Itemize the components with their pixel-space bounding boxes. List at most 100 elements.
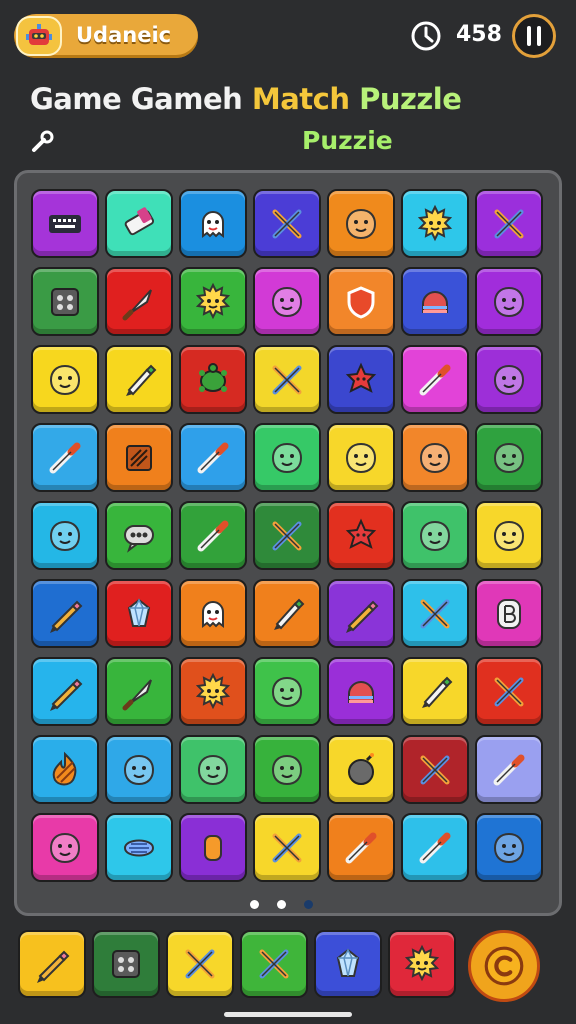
crossed-swords-icon	[494, 677, 524, 706]
board-tile[interactable]	[475, 579, 543, 648]
board-tile[interactable]	[31, 579, 99, 648]
robot-icon	[26, 24, 52, 45]
board-tile[interactable]	[253, 189, 321, 258]
board-tile[interactable]	[31, 501, 99, 570]
brush-icon	[419, 832, 451, 863]
board-tile[interactable]	[105, 189, 173, 258]
avatar[interactable]	[16, 16, 62, 56]
crossed-swords-icon	[494, 209, 524, 238]
blob-face-icon	[345, 208, 377, 239]
blob-face-icon	[493, 364, 525, 395]
board-tile[interactable]	[105, 423, 173, 492]
page-dot[interactable]	[250, 900, 259, 909]
board-tile[interactable]	[105, 657, 173, 726]
board-tile[interactable]	[179, 813, 247, 882]
board-tile[interactable]	[31, 345, 99, 414]
tray-tile[interactable]	[314, 930, 382, 998]
board-tile[interactable]	[179, 657, 247, 726]
board-tile[interactable]	[179, 423, 247, 492]
board-tile[interactable]	[327, 501, 395, 570]
board-tile[interactable]	[105, 345, 173, 414]
profile-badge[interactable]: Udaneic	[14, 14, 198, 58]
board-tile[interactable]	[475, 735, 543, 804]
special-power-button[interactable]	[468, 930, 540, 1002]
board-tile[interactable]	[475, 267, 543, 336]
board-tile[interactable]	[401, 189, 469, 258]
board-tile[interactable]	[327, 657, 395, 726]
keyboard-icon	[49, 214, 81, 233]
ghost-icon	[202, 600, 224, 628]
brush-icon	[49, 442, 81, 473]
board-tile[interactable]	[253, 735, 321, 804]
board-tile[interactable]	[327, 813, 395, 882]
blob-face-icon	[123, 754, 155, 785]
board-tile[interactable]	[401, 501, 469, 570]
board-tile[interactable]	[179, 501, 247, 570]
top-bar: Udaneic 458	[0, 0, 576, 78]
board-tile[interactable]	[105, 579, 173, 648]
sun-face-icon	[195, 282, 231, 319]
tray-tile[interactable]	[388, 930, 456, 998]
subtitle: Puzzie	[302, 126, 393, 155]
board-tile[interactable]	[401, 345, 469, 414]
board-tile[interactable]	[179, 345, 247, 414]
board-tile[interactable]	[401, 657, 469, 726]
board-tile[interactable]	[475, 501, 543, 570]
crossed-swords-icon	[272, 365, 302, 394]
board-tile[interactable]	[401, 813, 469, 882]
board-tile[interactable]	[401, 735, 469, 804]
board-tile[interactable]	[31, 189, 99, 258]
board-tile[interactable]	[179, 579, 247, 648]
board-tile[interactable]	[105, 501, 173, 570]
board-tile[interactable]	[253, 345, 321, 414]
flame-icon	[52, 751, 77, 785]
board-tile[interactable]	[253, 813, 321, 882]
wrench-icon[interactable]	[28, 128, 56, 156]
shield-icon	[347, 285, 375, 319]
board-tile[interactable]	[327, 189, 395, 258]
board-tile[interactable]	[105, 813, 173, 882]
board-tile[interactable]	[327, 423, 395, 492]
board-tile[interactable]	[179, 267, 247, 336]
tray-tile[interactable]	[240, 930, 308, 998]
board-tile[interactable]	[253, 501, 321, 570]
board-tile[interactable]	[327, 579, 395, 648]
pause-button[interactable]	[512, 14, 556, 58]
board-tile[interactable]	[31, 423, 99, 492]
board-tile[interactable]	[475, 813, 543, 882]
board-tile[interactable]	[31, 657, 99, 726]
timer-icon	[411, 21, 441, 51]
board-tile[interactable]	[31, 813, 99, 882]
board-tile[interactable]	[475, 657, 543, 726]
tray-tile[interactable]	[92, 930, 160, 998]
board-tile[interactable]	[31, 735, 99, 804]
home-indicator	[224, 1012, 352, 1017]
board-tile[interactable]	[105, 735, 173, 804]
board-tile[interactable]	[253, 267, 321, 336]
board-tile[interactable]	[105, 267, 173, 336]
pen-icon	[422, 676, 453, 708]
board-tile[interactable]	[401, 423, 469, 492]
board-tile[interactable]	[401, 267, 469, 336]
board-tile[interactable]	[179, 735, 247, 804]
board-tile[interactable]	[475, 423, 543, 492]
board-tile[interactable]	[31, 267, 99, 336]
page-dot[interactable]	[277, 900, 286, 909]
tray-tile[interactable]	[18, 930, 86, 998]
board-tile[interactable]	[475, 189, 543, 258]
board-tile[interactable]	[401, 579, 469, 648]
crossed-swords-icon	[272, 209, 302, 238]
blob-face-icon	[419, 442, 451, 473]
board-tile[interactable]	[327, 267, 395, 336]
board-tile[interactable]	[179, 189, 247, 258]
board-tile[interactable]	[327, 735, 395, 804]
board-tile[interactable]	[327, 345, 395, 414]
sun-face-icon	[404, 944, 440, 982]
page-dot[interactable]	[304, 900, 313, 909]
board-tile[interactable]	[253, 657, 321, 726]
board-tile[interactable]	[475, 345, 543, 414]
board-tile[interactable]	[253, 579, 321, 648]
pencil-icon	[346, 600, 379, 633]
tray-tile[interactable]	[166, 930, 234, 998]
board-tile[interactable]	[253, 423, 321, 492]
